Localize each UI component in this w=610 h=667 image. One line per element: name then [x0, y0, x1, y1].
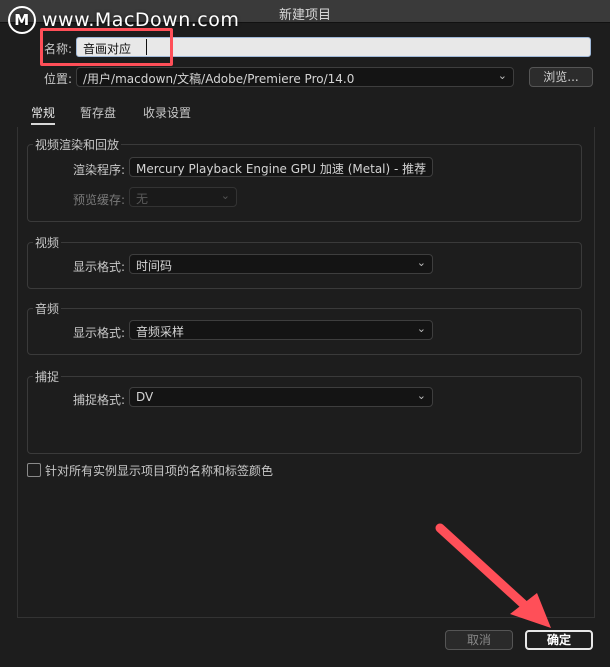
pointer-arrow-annotation [435, 523, 551, 628]
arrow-shaft [435, 523, 537, 617]
